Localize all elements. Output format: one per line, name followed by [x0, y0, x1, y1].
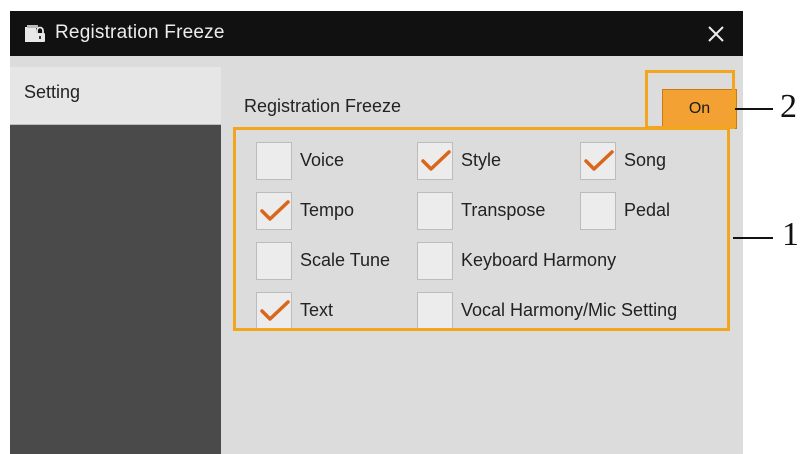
callout-1-leader: [733, 237, 773, 239]
registration-lock-icon: [24, 24, 46, 44]
callout-2-number: 2: [780, 88, 797, 125]
callout-2-leader: [735, 108, 773, 110]
close-icon: [708, 26, 724, 42]
sidebar-panel: [10, 125, 221, 454]
section-label: Registration Freeze: [244, 96, 402, 116]
close-button[interactable]: [691, 11, 743, 56]
callout-2-highlight: [645, 70, 735, 129]
callout-1-number: 1: [782, 216, 799, 253]
title-bar: Registration Freeze: [10, 11, 743, 56]
callout-1-highlight: [233, 127, 730, 331]
tab-setting-label: Setting: [24, 82, 81, 102]
window-title: Registration Freeze: [55, 22, 225, 43]
tab-setting[interactable]: Setting: [10, 67, 221, 125]
